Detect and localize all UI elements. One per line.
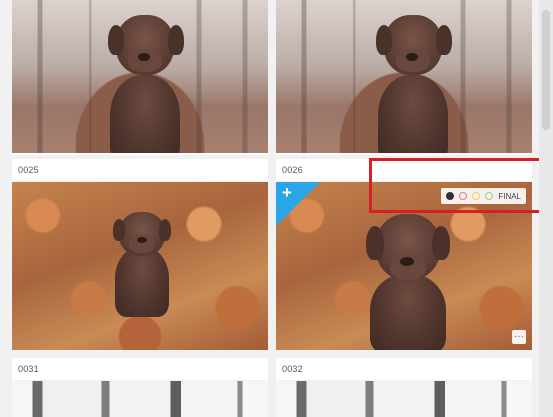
photo-thumbnail[interactable] xyxy=(12,381,268,417)
plus-icon[interactable]: + xyxy=(282,184,292,202)
gallery-item[interactable] xyxy=(12,182,268,350)
gallery-item[interactable] xyxy=(276,381,532,417)
scrollbar-thumb[interactable] xyxy=(542,10,550,130)
photo-filename: 0032 xyxy=(276,358,532,380)
photo-thumbnail[interactable] xyxy=(12,182,268,350)
gallery-item[interactable] xyxy=(276,0,532,155)
dog-photo-subject xyxy=(358,15,468,153)
photo-filename: 0031 xyxy=(12,358,268,380)
photo-thumbnail[interactable] xyxy=(276,0,532,153)
dog-photo-subject xyxy=(348,204,468,350)
dog-photo-subject xyxy=(107,207,177,337)
gallery-item[interactable] xyxy=(12,381,268,417)
photo-thumbnail[interactable] xyxy=(12,0,268,153)
photo-filename: 0025 xyxy=(12,159,268,181)
more-options-button[interactable]: ··· xyxy=(512,330,526,344)
annotation-highlight-box xyxy=(369,158,553,213)
photo-thumbnail[interactable] xyxy=(276,381,532,417)
vertical-scrollbar[interactable] xyxy=(539,0,553,417)
dog-photo-subject xyxy=(90,15,200,153)
gallery-item[interactable] xyxy=(12,0,268,155)
